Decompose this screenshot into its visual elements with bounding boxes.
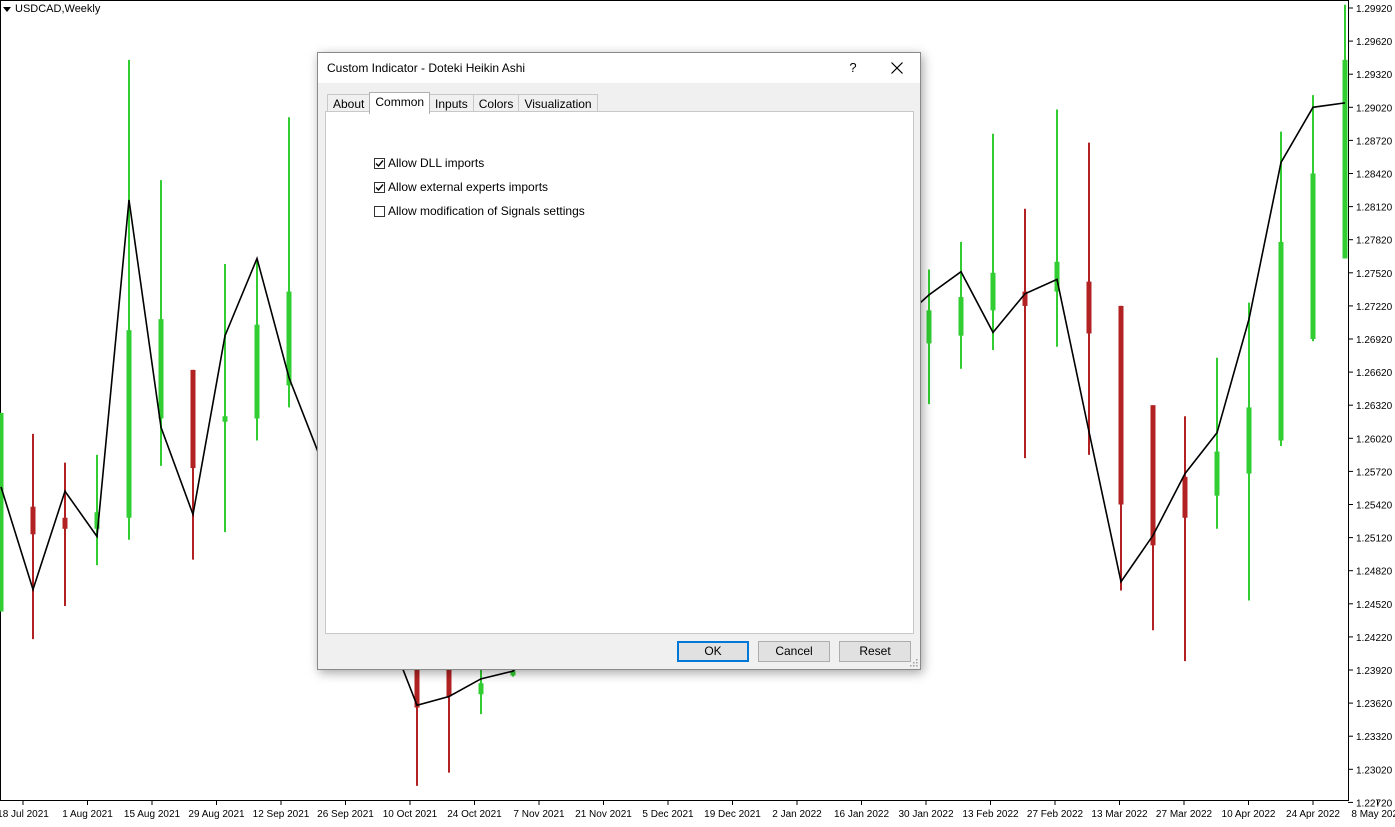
time-tick-label: 29 Aug 2021: [188, 809, 245, 820]
price-tick-label: 1.27220: [1356, 302, 1393, 313]
price-tick-label: 1.25420: [1356, 501, 1393, 512]
price-tick-label: 1.24820: [1356, 567, 1393, 578]
price-tick-label: 1.29620: [1356, 37, 1393, 48]
candle-body: [958, 297, 964, 336]
candle-body: [1086, 281, 1092, 334]
candle-body: [1214, 451, 1220, 496]
candle-body: [1310, 173, 1316, 339]
symbol-text: USDCAD,Weekly: [15, 3, 101, 15]
dialog-title: Custom Indicator - Doteki Heikin Ashi: [327, 61, 526, 75]
time-tick-label: 10 Oct 2021: [383, 809, 438, 820]
candle-body: [1246, 407, 1252, 474]
time-tick-label: 26 Sep 2021: [317, 809, 374, 820]
time-tick-label: 21 Nov 2021: [575, 809, 632, 820]
dropdown-triangle-icon[interactable]: [3, 6, 11, 12]
time-tick-label: 8 May 2022: [1351, 809, 1395, 820]
help-button[interactable]: ?: [838, 56, 868, 80]
candle-body: [1118, 305, 1124, 505]
checkbox-allow-dll-imports[interactable]: Allow DLL imports: [374, 156, 484, 170]
price-tick-label: 1.29920: [1356, 4, 1393, 15]
tab-common[interactable]: Common: [369, 92, 431, 114]
price-axis: 1.29920 1.29620 1.29320 1.29020 1.28720 1.284…: [1348, 4, 1393, 809]
checkbox-box[interactable]: [374, 181, 385, 193]
price-tick-label: 1.27520: [1356, 269, 1393, 280]
dialog-titlebar[interactable]: Custom Indicator - Doteki Heikin Ashi ?: [318, 53, 920, 83]
price-tick-label: 1.28720: [1356, 136, 1393, 147]
candle-body: [62, 517, 68, 529]
candle: [0, 412, 4, 612]
checkbox-box[interactable]: [374, 205, 385, 217]
checkmark-icon: [375, 183, 384, 191]
price-tick-label: 1.24520: [1356, 600, 1393, 611]
price-tick-label: 1.28420: [1356, 170, 1393, 181]
price-tick-label: 1.28120: [1356, 203, 1393, 214]
time-tick-label: 1 Aug 2021: [62, 809, 113, 820]
price-tick-label: 1.26620: [1356, 368, 1393, 379]
checkbox-allow-signals-modification[interactable]: Allow modification of Signals settings: [374, 204, 585, 218]
time-tick-label: 7 Nov 2021: [513, 809, 565, 820]
candle-body: [126, 330, 132, 518]
time-tick-label: 13 Feb 2022: [962, 809, 1019, 820]
price-tick-label: 1.29020: [1356, 103, 1393, 114]
checkbox-label[interactable]: Allow DLL imports: [388, 156, 484, 170]
time-tick-label: 27 Mar 2022: [1156, 809, 1213, 820]
price-tick-label: 1.29320: [1356, 70, 1393, 81]
time-tick-label: 13 Mar 2022: [1091, 809, 1148, 820]
checkbox-label[interactable]: Allow modification of Signals settings: [388, 204, 585, 218]
time-tick-label: 19 Dec 2021: [704, 809, 761, 820]
time-tick-label: 27 Feb 2022: [1027, 809, 1084, 820]
time-tick-label: 15 Aug 2021: [124, 809, 181, 820]
time-axis: 18 Jul 2021 1 Aug 2021 15 Aug 2021 29 Aug 2…: [0, 800, 1395, 820]
price-tick-label: 1.24220: [1356, 633, 1393, 644]
candle-body: [1342, 59, 1348, 259]
price-tick-label: 1.23920: [1356, 666, 1393, 677]
candle-body: [1150, 405, 1156, 546]
symbol-label[interactable]: USDCAD,Weekly: [3, 3, 100, 15]
candle-body: [254, 324, 260, 419]
checkmark-icon: [375, 159, 384, 167]
reset-button[interactable]: Reset: [839, 641, 911, 662]
tab-panel-common: Allow DLL imports Allow external experts…: [325, 111, 914, 634]
price-tick-label: 1.25120: [1356, 534, 1393, 545]
candle-body: [30, 506, 36, 535]
price-tick-label: 1.22720: [1356, 798, 1393, 809]
price-tick-label: 1.26320: [1356, 401, 1393, 412]
time-tick-label: 10 Apr 2022: [1222, 809, 1276, 820]
checkbox-allow-external-experts-imports[interactable]: Allow external experts imports: [374, 180, 548, 194]
candle-body: [926, 310, 932, 344]
price-tick-label: 1.23320: [1356, 732, 1393, 743]
candle-body: [990, 272, 996, 311]
candle-body: [1278, 241, 1284, 441]
time-tick-label: 2 Jan 2022: [772, 809, 822, 820]
resize-grip-icon[interactable]: [910, 659, 918, 667]
candle-body: [158, 319, 164, 419]
candle-body: [1182, 476, 1188, 518]
close-button[interactable]: [882, 56, 912, 80]
price-tick-label: 1.27820: [1356, 236, 1393, 247]
candle-body: [222, 416, 228, 422]
price-tick-label: 1.23620: [1356, 699, 1393, 710]
custom-indicator-dialog: Custom Indicator - Doteki Heikin Ashi ? …: [317, 52, 921, 670]
checkbox-label[interactable]: Allow external experts imports: [388, 180, 548, 194]
candle-body: [0, 412, 4, 612]
time-tick-label: 18 Jul 2021: [0, 809, 49, 820]
price-tick-label: 1.23020: [1356, 765, 1393, 776]
time-tick-label: 24 Oct 2021: [447, 809, 502, 820]
cancel-button[interactable]: Cancel: [758, 641, 830, 662]
time-tick-label: 5 Dec 2021: [642, 809, 694, 820]
checkbox-box[interactable]: [374, 157, 385, 169]
candle-body: [190, 369, 196, 469]
time-tick-label: 30 Jan 2022: [898, 809, 953, 820]
price-tick-label: 1.25720: [1356, 467, 1393, 478]
time-tick-label: 12 Sep 2021: [253, 809, 310, 820]
candle-body: [478, 683, 484, 695]
time-tick-label: 16 Jan 2022: [834, 809, 889, 820]
ok-button[interactable]: OK: [677, 641, 749, 662]
price-tick-label: 1.26020: [1356, 434, 1393, 445]
tab-strip: About Common Inputs Colors Visualization: [327, 92, 598, 114]
candle-body: [446, 670, 452, 697]
price-tick-label: 1.26920: [1356, 335, 1393, 346]
time-tick-label: 24 Apr 2022: [1286, 809, 1340, 820]
close-icon: [891, 62, 903, 74]
